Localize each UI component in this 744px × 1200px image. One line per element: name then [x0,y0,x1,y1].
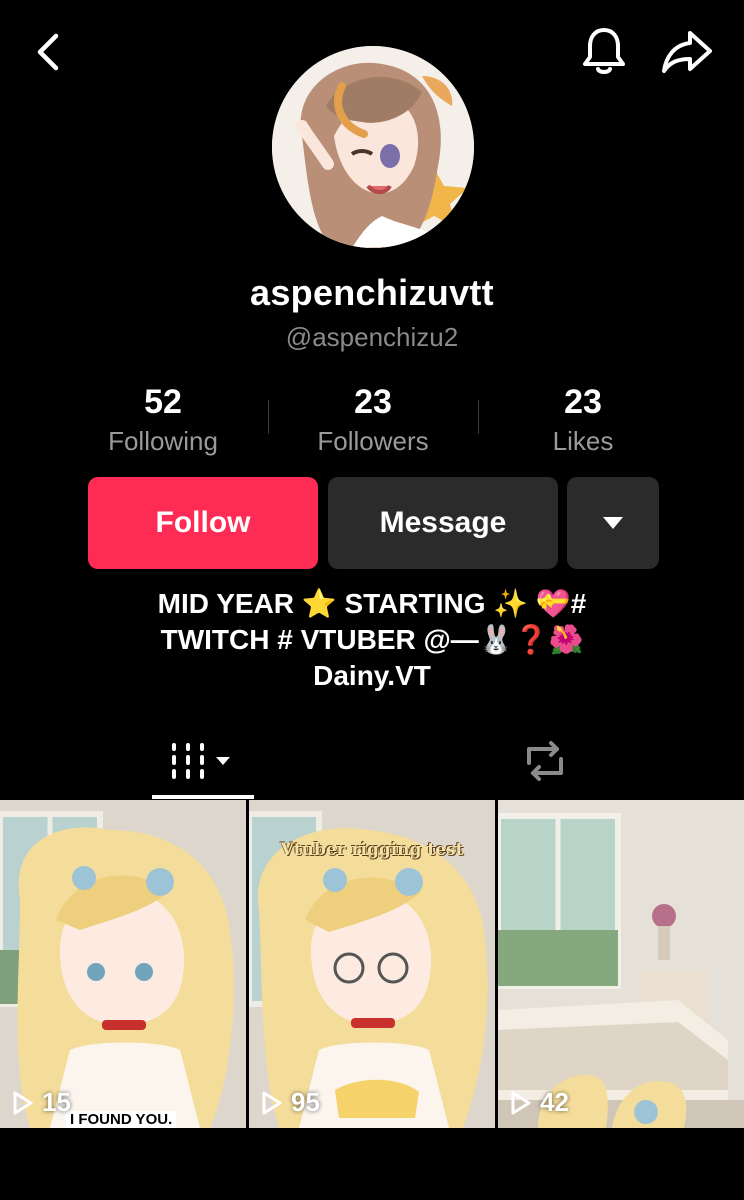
video-thumbnail[interactable]: I FOUND YOU. 15 [0,800,246,1128]
back-button[interactable] [26,28,70,76]
stat-value: 52 [144,383,182,421]
stat-divider [268,400,269,434]
active-tab-indicator [152,795,254,799]
play-count-value: 42 [540,1087,569,1117]
video-grid: I FOUND YOU. 15 Vtuber rigging test 95 4… [0,800,744,1128]
grid-bars-icon [172,743,230,779]
stat-label: Followers [317,426,429,456]
message-button[interactable]: Message [328,477,558,569]
chevron-left-icon [37,33,59,71]
stat-following[interactable]: 52 Following [58,380,268,460]
thumbnail-image [0,800,246,1128]
play-count-value: 95 [291,1087,320,1117]
play-count: 15 [12,1087,71,1118]
bio-line: TWITCH # VTUBER @—🐰❓🌺 [160,624,584,655]
profile-bio: MID YEAR ⭐ STARTING ✨ 💝# TWITCH # VTUBER… [0,586,744,694]
tab-videos[interactable] [152,725,254,797]
repost-icon [527,741,563,781]
share-button[interactable] [656,22,718,80]
profile-handle: @aspenchizu2 [285,322,459,352]
video-caption: Vtuber rigging test [280,840,464,860]
caret-down-icon [603,517,623,529]
play-icon [13,1091,33,1114]
avatar-illustration [272,46,474,248]
stat-divider [478,400,479,434]
play-count: 95 [261,1087,320,1118]
stat-label: Likes [552,426,614,456]
play-icon [262,1091,282,1114]
bio-line: MID YEAR ⭐ STARTING ✨ 💝# [157,588,587,619]
stat-label: Following [108,426,218,456]
profile-avatar[interactable] [272,46,474,248]
stat-value: 23 [564,383,602,421]
video-thumbnail[interactable]: Vtuber rigging test 95 [249,800,495,1128]
bio-link[interactable]: Dainy.VT [0,658,744,694]
play-count: 42 [510,1087,569,1118]
stat-likes: 23 Likes [478,380,688,460]
share-arrow-icon [662,31,712,73]
video-caption: I FOUND YOU. [66,1111,177,1128]
follow-button[interactable]: Follow [88,477,318,569]
thumbnail-image [498,800,744,1128]
content-tabs [0,725,744,801]
bell-icon [583,28,625,74]
video-thumbnail[interactable]: 42 [498,800,744,1128]
notification-bell-button[interactable] [576,22,632,80]
stat-value: 23 [354,383,392,421]
tab-reposts[interactable] [500,725,590,797]
stat-followers[interactable]: 23 Followers [268,380,478,460]
more-options-button[interactable] [567,477,659,569]
profile-stats: 52 Following 23 Followers 23 Likes [58,380,688,460]
play-count-value: 15 [42,1087,71,1117]
profile-display-name: aspenchizuvtt [250,272,494,313]
play-icon [511,1091,531,1114]
